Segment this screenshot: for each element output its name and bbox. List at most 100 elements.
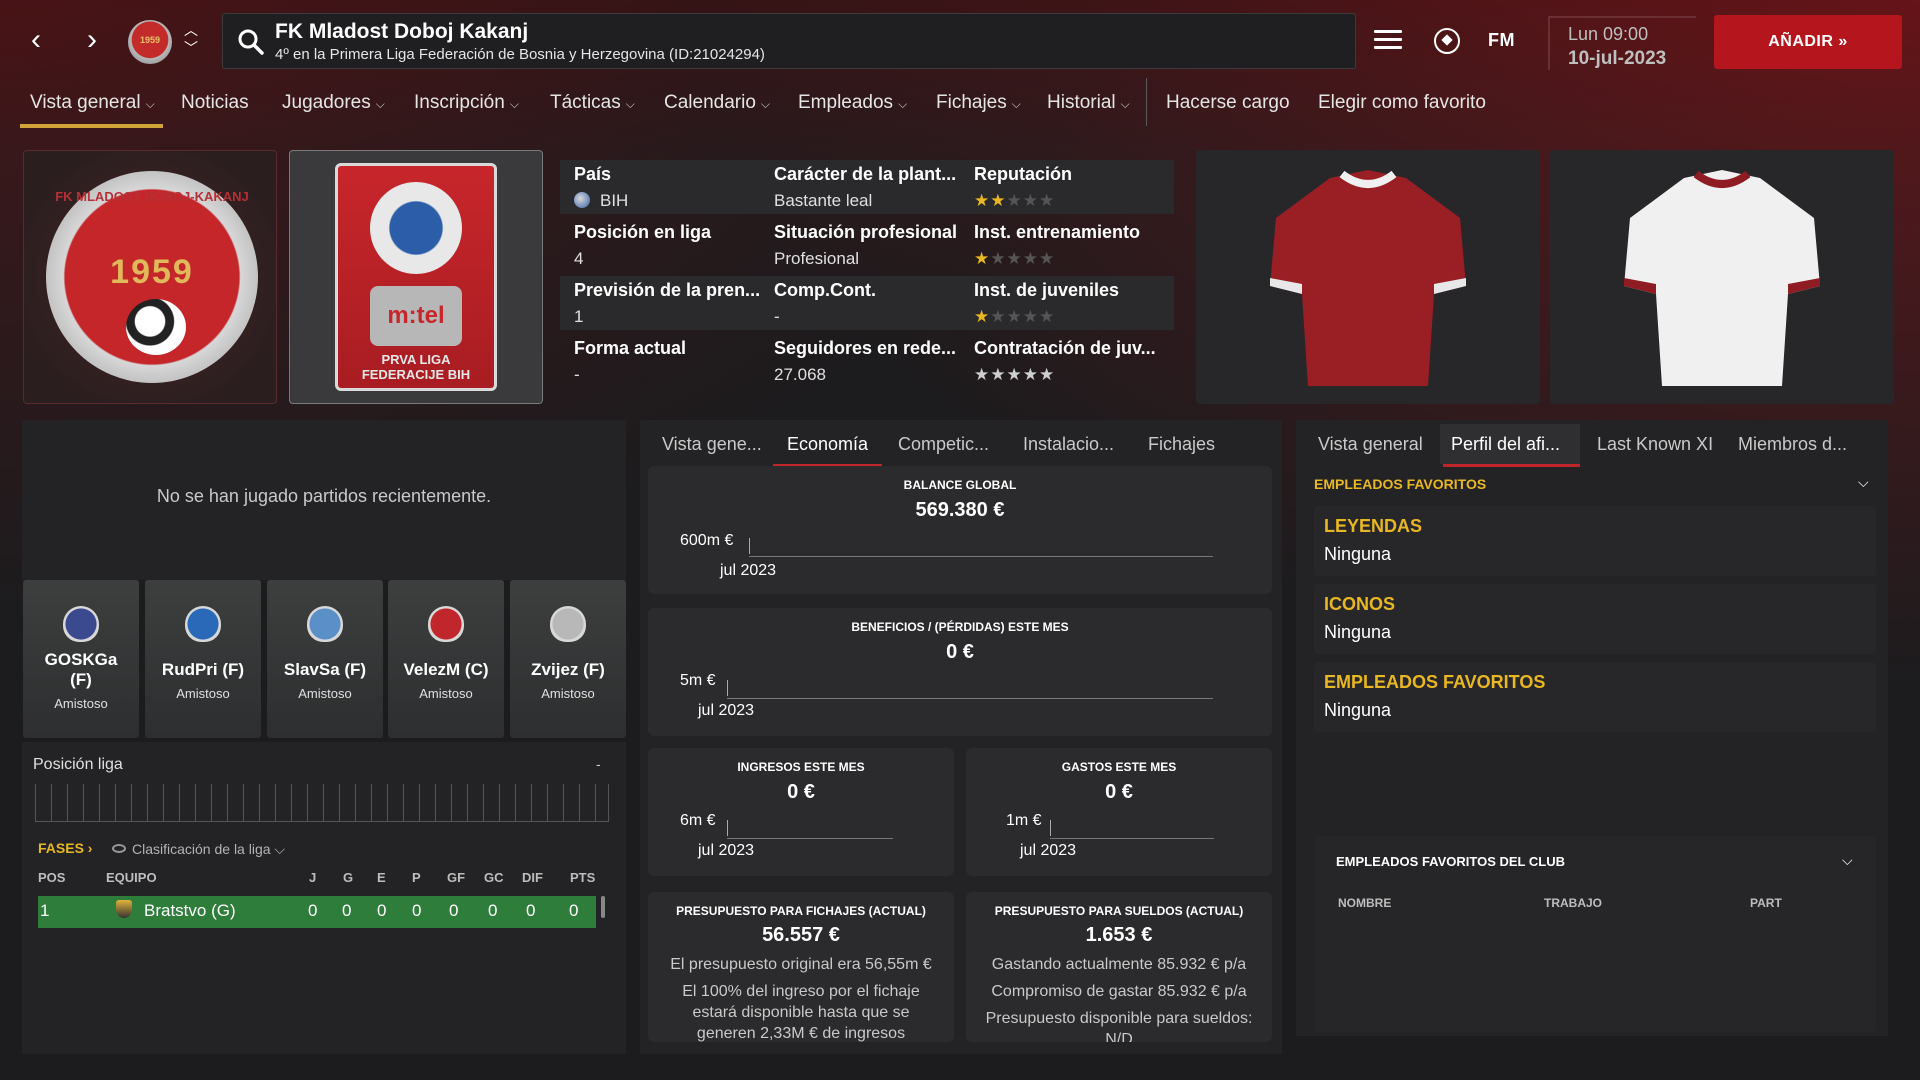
tab-tacticas[interactable]: Tácticas ⌵ — [550, 92, 635, 114]
tab-noticias[interactable]: Noticias — [181, 92, 249, 114]
tab-instalaciones[interactable]: Instalacio... — [1023, 434, 1114, 455]
income-card[interactable]: INGRESOS ESTE MES 0 € 6m € jul 2023 — [648, 748, 954, 876]
info-label: Reputación — [974, 164, 1073, 184]
league-table-selector[interactable]: Clasificación de la liga ⌵ — [112, 841, 285, 858]
info-country[interactable]: País BIH — [574, 164, 770, 211]
fixture-card[interactable]: GOSKGa (F) Amistoso — [23, 580, 139, 738]
card-title: LEYENDAS — [1324, 516, 1423, 536]
card-title: BENEFICIOS / (PÉRDIDAS) ESTE MES — [851, 620, 1069, 634]
football-icon[interactable] — [1434, 28, 1460, 54]
fixture-card[interactable]: Zvijez (F) Amistoso — [510, 580, 626, 738]
club-badge-small[interactable]: 1959 — [128, 20, 172, 64]
home-kit-card[interactable] — [1196, 150, 1540, 404]
fixture-card[interactable]: VelezM (C) Amistoso — [388, 580, 504, 738]
tab-last-known-xi[interactable]: Last Known XI — [1597, 434, 1713, 455]
search-icon[interactable] — [237, 28, 265, 56]
chevron-down-icon[interactable]: ﹀ — [182, 41, 200, 55]
column-header[interactable]: DIF — [522, 870, 543, 885]
column-header[interactable]: P — [412, 870, 421, 885]
profit-card[interactable]: BENEFICIOS / (PÉRDIDAS) ESTE MES 0 € 5m … — [648, 608, 1272, 736]
tab-economia[interactable]: Economía — [772, 434, 883, 467]
tab-hacerse-cargo[interactable]: Hacerse cargo — [1166, 92, 1290, 114]
expenses-card[interactable]: GASTOS ESTE MES 0 € 1m € jul 2023 — [966, 748, 1272, 876]
info-label: Inst. entrenamiento — [974, 222, 1141, 242]
date-label: jul 2023 — [698, 702, 755, 719]
tab-label: Historial — [1047, 92, 1116, 113]
transfer-budget-card[interactable]: PRESUPUESTO PARA FICHAJES (ACTUAL) 56.55… — [648, 892, 954, 1042]
federation-crest-icon — [370, 182, 462, 274]
no-recent-matches-message: No se han jugado partidos recientemente. — [156, 486, 492, 506]
club-search-bar[interactable]: FK Mladost Doboj Kakanj 4º en la Primera… — [222, 13, 1356, 69]
fases-link[interactable]: FASES › — [38, 840, 92, 856]
column-header-trabajo[interactable]: TRABAJO — [1544, 896, 1602, 910]
column-header-part[interactable]: PART — [1750, 896, 1782, 910]
star-icon: ★ — [990, 249, 1007, 268]
fixture-card[interactable]: RudPri (F) Amistoso — [145, 580, 261, 738]
star-rating: ★★★★★ — [974, 365, 1170, 385]
chevron-up-icon[interactable]: ︿ — [182, 23, 200, 37]
tab-historial[interactable]: Historial ⌵ — [1047, 92, 1130, 114]
column-header[interactable]: J — [309, 870, 316, 885]
favourite-staff-card: EMPLEADOS FAVORITOS Ninguna — [1314, 662, 1876, 732]
tab-fichajes[interactable]: Fichajes ⌵ — [936, 92, 1021, 114]
tab-label: Jugadores — [282, 92, 371, 113]
tab-vista-general-right[interactable]: Vista general — [1318, 434, 1423, 455]
star-icon: ★ — [1006, 249, 1023, 268]
back-arrow-icon[interactable]: ‹ — [24, 25, 48, 56]
table-scrollbar[interactable] — [601, 896, 605, 918]
column-header[interactable]: GF — [447, 870, 465, 885]
fixture-team: SlavSa (F) — [283, 660, 367, 679]
column-header[interactable]: G — [343, 870, 353, 885]
menu-icon[interactable] — [1374, 30, 1402, 52]
column-header[interactable]: EQUIPO — [106, 870, 157, 885]
info-label: Contratación de juv... — [974, 338, 1156, 358]
league-badge-card[interactable]: m:tel PRVA LIGA FEDERACIJE BIH — [289, 150, 543, 404]
tab-jugadores[interactable]: Jugadores ⌵ — [282, 92, 385, 114]
column-header[interactable]: GC — [484, 870, 504, 885]
column-header-nombre[interactable]: NOMBRE — [1338, 896, 1391, 910]
tab-inscripcion[interactable]: Inscripción ⌵ — [414, 92, 519, 114]
date-display[interactable]: Lun 09:00 10-jul-2023 — [1548, 16, 1696, 70]
fixture-team: RudPri (F) — [161, 660, 245, 679]
info-value: 27.068 — [774, 365, 826, 384]
info-row: Posición en liga 4 Situación profesional… — [560, 218, 1174, 272]
away-kit-card[interactable] — [1550, 150, 1894, 404]
axis-label: 6m € — [680, 812, 716, 829]
star-icon: ★ — [974, 307, 991, 326]
balance-card[interactable]: BALANCE GLOBAL 569.380 € 600m € jul 2023 — [648, 466, 1272, 594]
column-header[interactable]: PTS — [570, 870, 595, 885]
fixture-card[interactable]: SlavSa (F) Amistoso — [267, 580, 383, 738]
add-button[interactable]: AÑADIR » — [1714, 15, 1902, 69]
column-header[interactable]: E — [377, 870, 386, 885]
info-youth-facilities: Inst. de juveniles ★★★★★ — [974, 280, 1170, 327]
card-title: INGRESOS ESTE MES — [737, 760, 865, 774]
info-label: Comp.Cont. — [774, 280, 876, 300]
eye-icon — [112, 844, 126, 853]
table-cell-dif: 0 — [526, 901, 536, 920]
tab-elegir-favorito[interactable]: Elegir como favorito — [1318, 92, 1486, 114]
card-title: ICONOS — [1324, 594, 1396, 614]
club-badge-card[interactable]: FK MLADOST DOBOJ-KAKANJ 1959 — [23, 150, 277, 404]
double-chevron-right-icon: » — [1838, 33, 1848, 50]
tab-empleados[interactable]: Empleados ⌵ — [798, 92, 907, 114]
star-rating: ★★★★★ — [974, 307, 1170, 327]
tab-competiciones[interactable]: Competic... — [898, 434, 989, 455]
wage-budget-card[interactable]: PRESUPUESTO PARA SUELDOS (ACTUAL) 1.653 … — [966, 892, 1272, 1042]
tab-vista-general-sub[interactable]: Vista gene... — [662, 434, 762, 455]
tab-miembros[interactable]: Miembros d... — [1738, 434, 1847, 455]
fm-logo[interactable]: FM — [1488, 30, 1515, 51]
column-header[interactable]: POS — [38, 870, 65, 885]
fases-label: FASES — [38, 840, 84, 856]
chevron-down-icon[interactable]: ⌵ — [1842, 852, 1853, 869]
tab-perfil-aficionado[interactable]: Perfil del afi... — [1442, 434, 1581, 467]
league-name-logo: PRVA LIGA FEDERACIJE BIH — [338, 352, 494, 382]
tab-calendario[interactable]: Calendario ⌵ — [664, 92, 770, 114]
chevron-down-icon[interactable]: ⌵ — [1858, 474, 1869, 491]
star-rating: ★★★★★ — [974, 191, 1170, 211]
budget-note: generen 2,33M € de ingresos — [696, 1025, 906, 1042]
tab-fichajes-sub[interactable]: Fichajes — [1148, 434, 1215, 455]
info-label: Situación profesional — [774, 222, 958, 242]
tab-vista-general[interactable]: Vista general ⌵ — [20, 92, 163, 128]
forward-arrow-icon[interactable]: › — [80, 25, 104, 56]
info-label: País — [574, 164, 612, 184]
